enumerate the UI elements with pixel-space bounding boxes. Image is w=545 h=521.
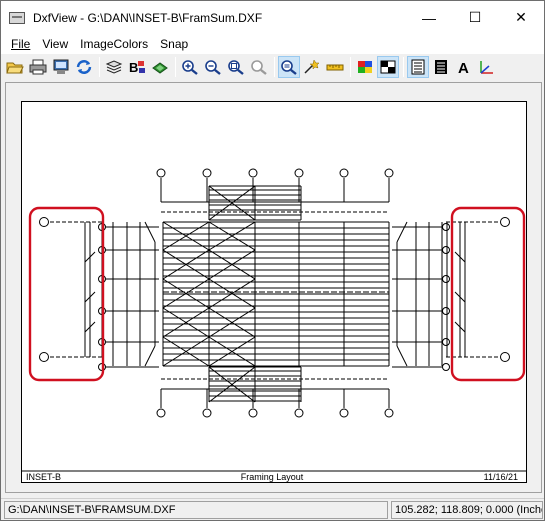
svg-text:A: A bbox=[458, 60, 469, 75]
title-bar[interactable]: DxfView - G:\DAN\INSET-B\FramSum.DXF — ☐… bbox=[1, 1, 544, 34]
zoom-window-icon[interactable] bbox=[225, 56, 247, 78]
drawing-line bbox=[396, 345, 408, 367]
block-icon[interactable]: B bbox=[126, 56, 148, 78]
toolbar: B A bbox=[1, 54, 544, 80]
grid-bubble bbox=[442, 307, 450, 315]
grid-bubble bbox=[442, 223, 450, 231]
grid-bubble bbox=[156, 168, 166, 178]
toolbar-separator bbox=[175, 57, 176, 77]
grid-bubble bbox=[442, 275, 450, 283]
drawing-line bbox=[144, 221, 156, 243]
grid-bubble bbox=[202, 408, 212, 418]
drawing-line bbox=[396, 221, 408, 243]
framing-layout-drawing: INSET-B Framing Layout 11/16/21 bbox=[22, 168, 526, 482]
grid-bubble bbox=[39, 352, 49, 362]
grid-bubble bbox=[339, 168, 349, 178]
window-title: DxfView - G:\DAN\INSET-B\FramSum.DXF bbox=[33, 10, 263, 25]
window-controls: — ☐ ✕ bbox=[406, 1, 544, 34]
color-palette-icon[interactable] bbox=[354, 56, 376, 78]
zoom-in-icon[interactable] bbox=[179, 56, 201, 78]
toolbar-separator bbox=[274, 57, 275, 77]
grid-bubble bbox=[39, 217, 49, 227]
minimize-icon: — bbox=[422, 9, 436, 26]
drawing-name-label: INSET-B bbox=[26, 472, 61, 482]
background-icon[interactable] bbox=[377, 56, 399, 78]
svg-text:B: B bbox=[129, 60, 138, 75]
layers-icon[interactable] bbox=[103, 56, 125, 78]
grid-bubble bbox=[384, 168, 394, 178]
text-icon[interactable]: A bbox=[453, 56, 475, 78]
status-coordinates: 105.282; 118.809; 0.000 (Inches) bbox=[391, 501, 543, 519]
toolbar-separator bbox=[350, 57, 351, 77]
grid-bubble bbox=[442, 338, 450, 346]
menu-file[interactable]: File bbox=[5, 37, 36, 51]
menu-view[interactable]: View bbox=[36, 37, 74, 51]
status-bar: G:\DAN\INSET-B\FRAMSUM.DXF 105.282; 118.… bbox=[1, 498, 544, 520]
drawing-area[interactable]: INSET-B Framing Layout 11/16/21 bbox=[5, 82, 542, 493]
menu-snap[interactable]: Snap bbox=[154, 37, 194, 51]
menu-bar: File View ImageColors Snap bbox=[1, 34, 544, 54]
grid-bubble bbox=[248, 408, 258, 418]
grid-bubble bbox=[442, 363, 450, 371]
drawing-title-label: Framing Layout bbox=[241, 472, 304, 482]
grid-bubble bbox=[202, 168, 212, 178]
toolbar-separator bbox=[99, 57, 100, 77]
zoom-extents-icon[interactable] bbox=[278, 56, 300, 78]
dxfview-window: DxfView - G:\DAN\INSET-B\FramSum.DXF — ☐… bbox=[0, 0, 545, 521]
refresh-icon[interactable] bbox=[73, 56, 95, 78]
drawing-sheet[interactable]: INSET-B Framing Layout 11/16/21 bbox=[21, 101, 527, 483]
app-icon bbox=[9, 11, 25, 24]
measure-icon[interactable] bbox=[301, 56, 323, 78]
grid-bubble bbox=[248, 168, 258, 178]
color-icon[interactable] bbox=[149, 56, 171, 78]
zoom-out-icon[interactable] bbox=[202, 56, 224, 78]
close-button[interactable]: ✕ bbox=[498, 1, 544, 34]
grid-bubble bbox=[500, 352, 510, 362]
axis-icon[interactable] bbox=[476, 56, 498, 78]
grid-bubble bbox=[294, 408, 304, 418]
print-preview-icon[interactable] bbox=[50, 56, 72, 78]
print-icon[interactable] bbox=[27, 56, 49, 78]
grid-bubble bbox=[156, 408, 166, 418]
minimize-button[interactable]: — bbox=[406, 1, 452, 34]
grid-bubble bbox=[294, 168, 304, 178]
list-icon[interactable] bbox=[407, 56, 429, 78]
maximize-button[interactable]: ☐ bbox=[452, 1, 498, 34]
grid-bubble bbox=[442, 246, 450, 254]
maximize-icon: ☐ bbox=[468, 9, 482, 25]
highlight-box-right bbox=[450, 206, 526, 382]
toolbar-separator bbox=[403, 57, 404, 77]
open-icon[interactable] bbox=[4, 56, 26, 78]
drawing-line bbox=[144, 345, 156, 367]
status-file-path: G:\DAN\INSET-B\FRAMSUM.DXF bbox=[4, 501, 388, 519]
grid-bubble bbox=[500, 217, 510, 227]
entities-icon[interactable] bbox=[430, 56, 452, 78]
menu-imagecolors[interactable]: ImageColors bbox=[74, 37, 154, 51]
grid-bubble bbox=[339, 408, 349, 418]
close-icon: ✕ bbox=[515, 9, 527, 25]
zoom-previous-icon[interactable] bbox=[248, 56, 270, 78]
grid-bubble bbox=[384, 408, 394, 418]
ruler-icon[interactable] bbox=[324, 56, 346, 78]
drawing-date-label: 11/16/21 bbox=[484, 472, 518, 482]
